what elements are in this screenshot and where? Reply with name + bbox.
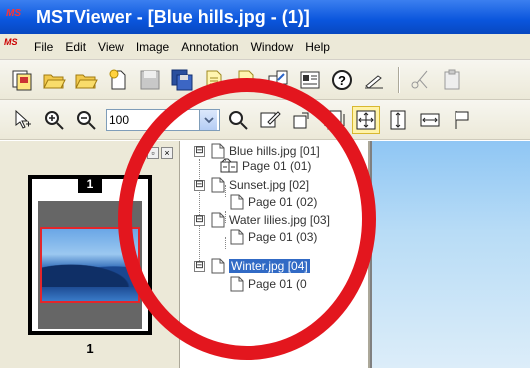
cut-icon[interactable]	[406, 66, 434, 94]
menu-view[interactable]: View	[92, 40, 130, 54]
pointer-icon[interactable]	[8, 106, 36, 134]
fit-height-icon[interactable]	[384, 106, 412, 134]
fit-best-icon[interactable]	[352, 105, 380, 134]
edit-icon[interactable]	[360, 66, 388, 94]
svg-text:?: ?	[338, 73, 346, 88]
image-viewer[interactable]	[372, 141, 530, 368]
thumbnail-page-label: 1	[86, 341, 94, 356]
menu-edit[interactable]: Edit	[59, 40, 92, 54]
scan-icon[interactable]	[8, 66, 36, 94]
toolbar-separator	[398, 66, 400, 93]
menu-image[interactable]: Image	[130, 40, 175, 54]
thumbnail-number-badge: 1	[78, 175, 102, 193]
menu-bar: MS File Edit View Image Annotation Windo…	[0, 34, 530, 60]
clipboard-icon[interactable]	[438, 66, 466, 94]
new-file-icon[interactable]	[104, 66, 132, 94]
window-title: MSTViewer - [Blue hills.jpg - (1)]	[36, 6, 310, 27]
open-folder-icon[interactable]	[72, 66, 100, 94]
save-all-icon[interactable]	[168, 66, 196, 94]
properties-icon[interactable]	[296, 66, 324, 94]
zoom-in-icon[interactable]	[40, 106, 68, 134]
menu-annotation[interactable]: Annotation	[175, 40, 244, 54]
thumbnail-hills-graphic	[42, 261, 138, 287]
save-icon[interactable]	[136, 66, 164, 94]
menu-app-icon[interactable]: MS	[4, 37, 26, 57]
zoom-out-icon[interactable]	[72, 106, 100, 134]
red-highlight-circle	[118, 78, 376, 360]
help-icon[interactable]: ?	[328, 66, 356, 94]
flag-icon[interactable]	[448, 106, 476, 134]
menu-help[interactable]: Help	[299, 40, 336, 54]
app-logo-icon: MS	[6, 8, 21, 19]
fit-width-icon[interactable]	[416, 106, 444, 134]
title-bar[interactable]: MS MSTViewer - [Blue hills.jpg - (1)]	[0, 0, 530, 34]
menu-file[interactable]: File	[28, 40, 59, 54]
open-folder-icon[interactable]	[40, 66, 68, 94]
menu-window[interactable]: Window	[245, 40, 300, 54]
